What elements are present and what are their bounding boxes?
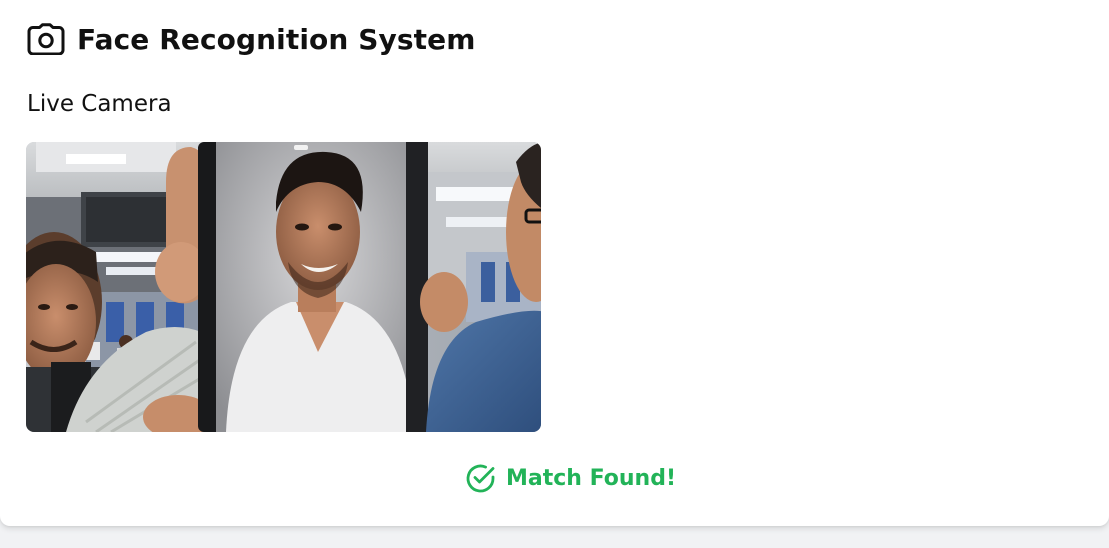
live-camera-feed (26, 142, 541, 432)
page-title: Face Recognition System (77, 22, 476, 56)
main-card: Face Recognition System Live Camera Matc… (0, 0, 1109, 526)
app-header: Face Recognition System (27, 20, 476, 58)
section-title-live-camera: Live Camera (27, 91, 172, 117)
match-status-text: Match Found! (506, 466, 676, 491)
match-status: Match Found! (465, 463, 676, 494)
check-circle-icon (465, 463, 496, 494)
camera-frame-image (26, 142, 541, 432)
camera-icon (27, 22, 65, 56)
